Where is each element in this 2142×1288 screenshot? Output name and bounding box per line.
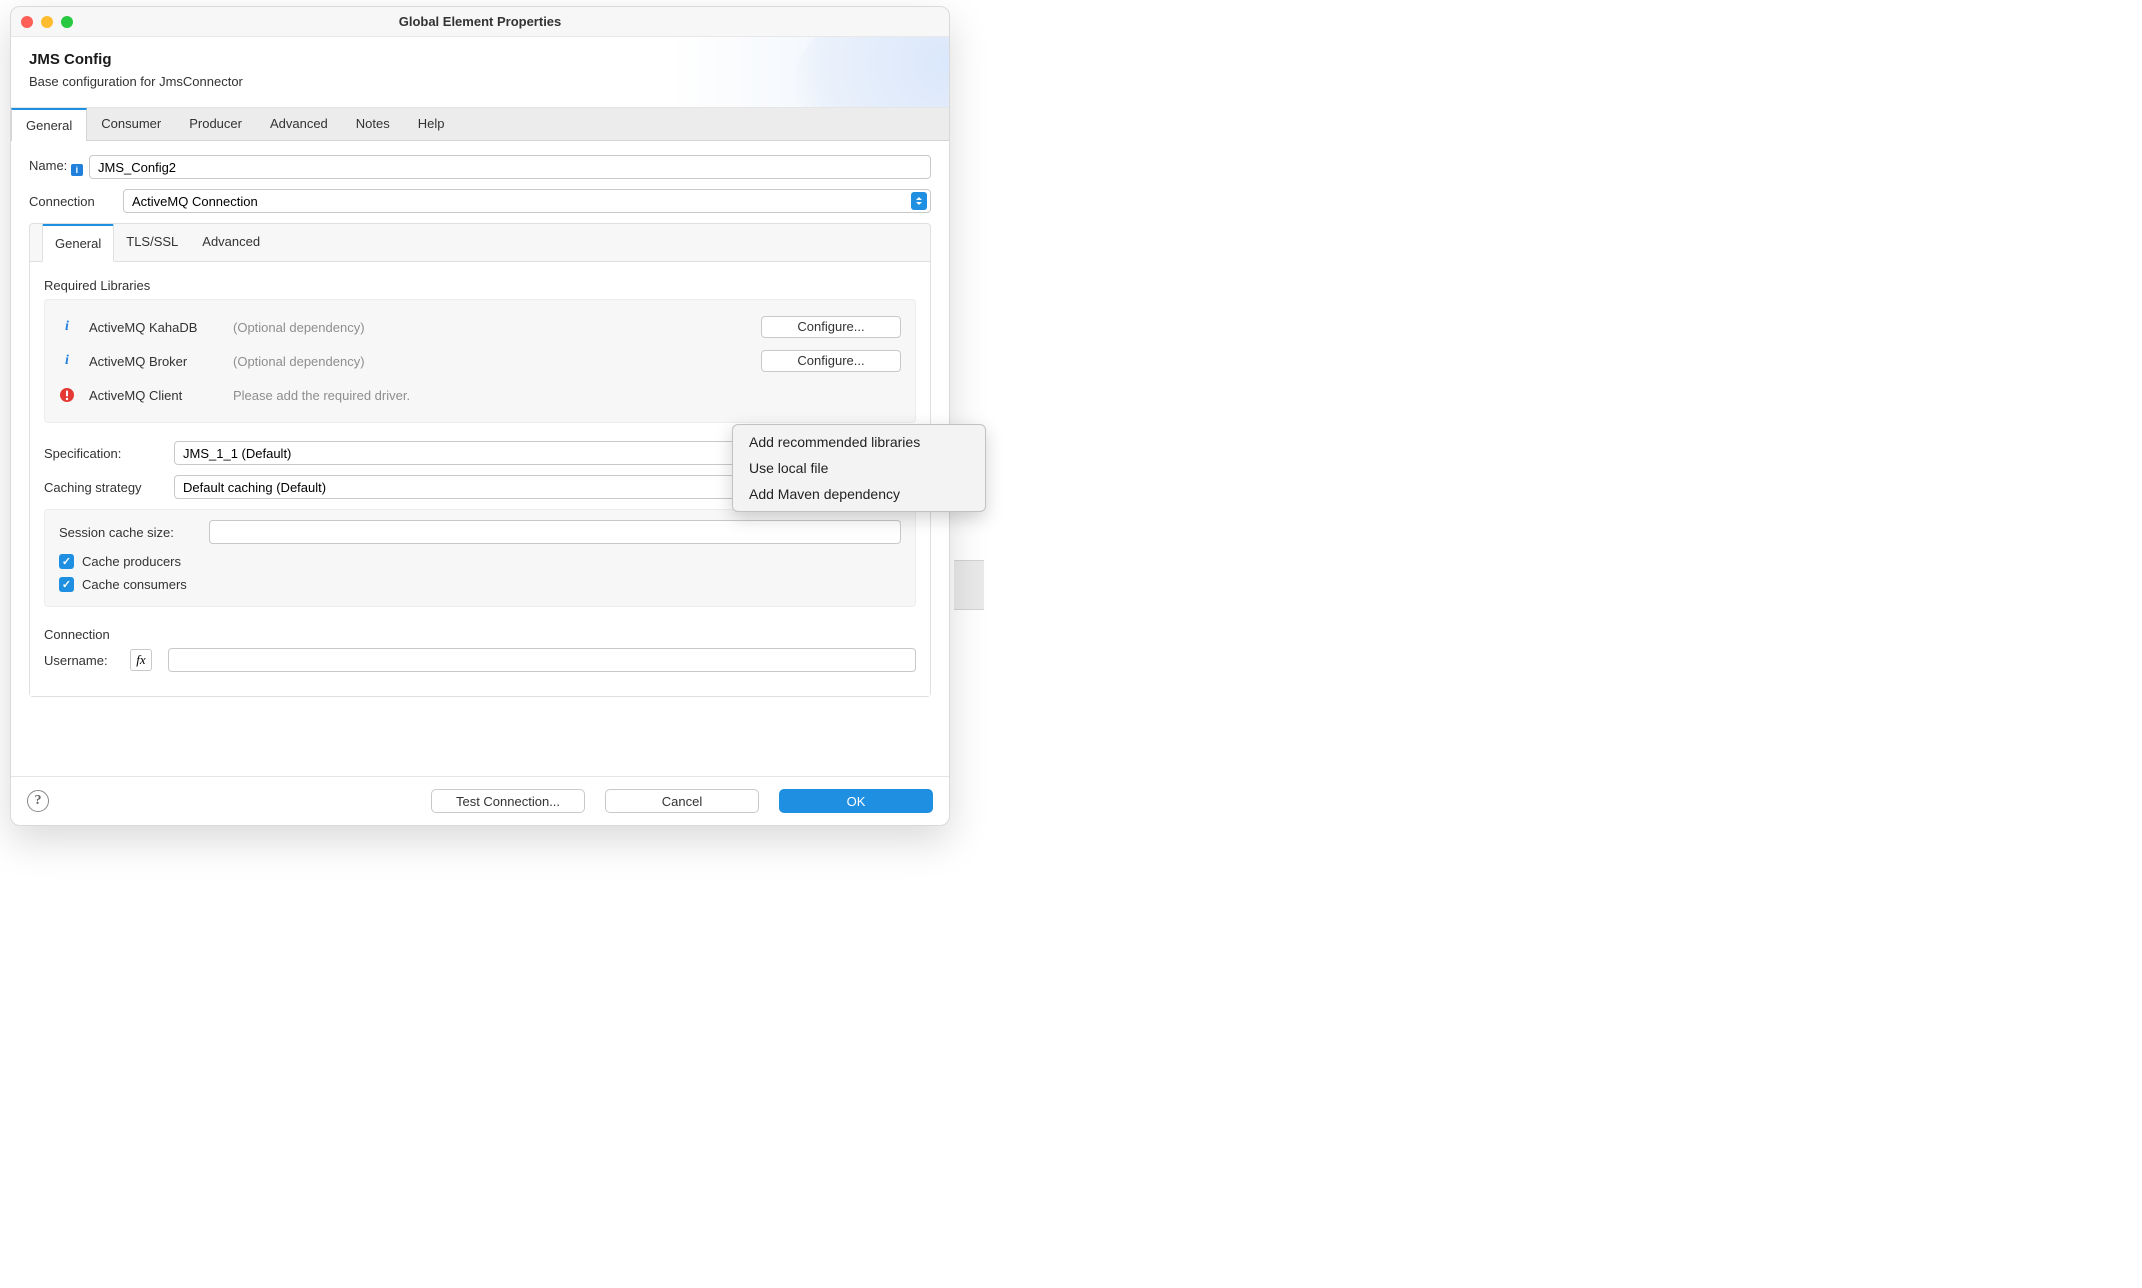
global-element-properties-dialog: Global Element Properties JMS Config Bas…	[10, 6, 950, 826]
window-title: Global Element Properties	[11, 14, 949, 29]
library-row: i ActiveMQ KahaDB (Optional dependency) …	[59, 310, 901, 344]
name-label-text: Name:	[29, 158, 67, 173]
footer-buttons: Test Connection... Cancel OK	[431, 789, 933, 813]
caching-strategy-value-text: Default caching (Default)	[183, 480, 326, 495]
caching-strategy-label: Caching strategy	[44, 480, 164, 495]
username-input[interactable]	[168, 648, 916, 672]
info-icon: i	[71, 164, 83, 176]
configure-popup-menu: Add recommended libraries Use local file…	[732, 424, 986, 512]
inner-tab-tlsssl[interactable]: TLS/SSL	[114, 224, 190, 261]
session-cache-size-label: Session cache size:	[59, 525, 199, 540]
cache-producers-label: Cache producers	[82, 554, 181, 569]
session-cache-size-row: Session cache size:	[59, 520, 901, 544]
info-icon: i	[59, 353, 75, 369]
tab-advanced[interactable]: Advanced	[256, 108, 342, 140]
configure-button[interactable]: Configure...	[761, 316, 901, 338]
cancel-button[interactable]: Cancel	[605, 789, 759, 813]
main-tabs: General Consumer Producer Advanced Notes…	[11, 108, 949, 141]
library-name: ActiveMQ Broker	[89, 354, 219, 369]
config-title: JMS Config	[29, 51, 931, 68]
minimize-window-button[interactable]	[41, 16, 53, 28]
ok-button[interactable]: OK	[779, 789, 933, 813]
connection-row: Connection ActiveMQ Connection	[29, 189, 931, 213]
username-row: Username: fx	[44, 648, 916, 672]
menu-use-local-file[interactable]: Use local file	[733, 455, 985, 481]
library-row: i ActiveMQ Broker (Optional dependency) …	[59, 344, 901, 378]
connection-label: Connection	[29, 194, 115, 209]
library-hint: (Optional dependency)	[233, 320, 747, 335]
tab-consumer[interactable]: Consumer	[87, 108, 175, 140]
library-row: ActiveMQ Client Please add the required …	[59, 378, 901, 412]
header-section: JMS Config Base configuration for JmsCon…	[11, 37, 949, 108]
inner-tab-general[interactable]: General	[42, 224, 114, 262]
close-window-button[interactable]	[21, 16, 33, 28]
tab-notes[interactable]: Notes	[342, 108, 404, 140]
cache-consumers-label: Cache consumers	[82, 577, 187, 592]
fx-icon[interactable]: fx	[130, 649, 152, 671]
tab-help[interactable]: Help	[404, 108, 459, 140]
info-icon: i	[59, 319, 75, 335]
menu-add-maven-dependency[interactable]: Add Maven dependency	[733, 481, 985, 507]
connection-value-text: ActiveMQ Connection	[132, 194, 258, 209]
specification-label: Specification:	[44, 446, 164, 461]
config-subtitle: Base configuration for JmsConnector	[29, 74, 931, 89]
library-hint: (Optional dependency)	[233, 354, 747, 369]
name-row: Name: i	[29, 155, 931, 179]
help-icon[interactable]: ?	[27, 790, 49, 812]
inner-tab-advanced[interactable]: Advanced	[190, 224, 272, 261]
test-connection-button[interactable]: Test Connection...	[431, 789, 585, 813]
connection-select[interactable]: ActiveMQ Connection	[123, 189, 931, 213]
library-name: ActiveMQ KahaDB	[89, 320, 219, 335]
cache-consumers-checkbox[interactable]	[59, 577, 74, 592]
footer: ? Test Connection... Cancel OK	[11, 776, 949, 825]
name-input[interactable]	[89, 155, 931, 179]
background-panel	[954, 560, 984, 610]
session-cache-size-input[interactable]	[209, 520, 901, 544]
cache-producers-checkbox[interactable]	[59, 554, 74, 569]
name-label: Name: i	[29, 158, 81, 177]
tab-general[interactable]: General	[11, 108, 87, 141]
traffic-lights	[21, 16, 73, 28]
maximize-window-button[interactable]	[61, 16, 73, 28]
menu-add-recommended-libraries[interactable]: Add recommended libraries	[733, 429, 985, 455]
titlebar: Global Element Properties	[11, 7, 949, 37]
cache-producers-row[interactable]: Cache producers	[59, 550, 901, 573]
configure-button[interactable]: Configure...	[761, 350, 901, 372]
connection-select-value: ActiveMQ Connection	[123, 189, 931, 213]
required-libraries-label: Required Libraries	[44, 278, 916, 293]
cache-consumers-row[interactable]: Cache consumers	[59, 573, 901, 596]
chevron-updown-icon	[911, 192, 927, 210]
username-label: Username:	[44, 653, 120, 668]
inner-tabs: General TLS/SSL Advanced	[30, 224, 930, 262]
tab-producer[interactable]: Producer	[175, 108, 256, 140]
required-libraries-group: i ActiveMQ KahaDB (Optional dependency) …	[44, 299, 916, 423]
warning-icon	[59, 387, 75, 403]
specification-value-text: JMS_1_1 (Default)	[183, 446, 291, 461]
library-hint: Please add the required driver.	[233, 388, 747, 403]
connection-section-label: Connection	[44, 627, 916, 642]
cache-group: Session cache size: Cache producers Cach…	[44, 509, 916, 607]
library-name: ActiveMQ Client	[89, 388, 219, 403]
